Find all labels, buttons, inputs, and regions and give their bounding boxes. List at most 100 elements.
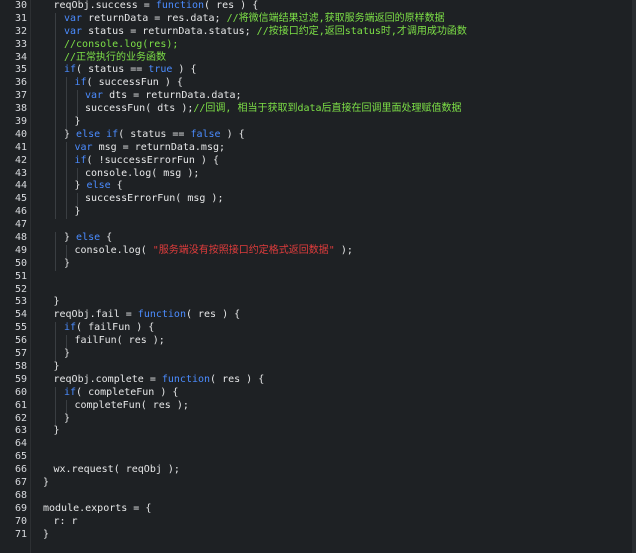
code-text: //正常执行的业务函数: [64, 52, 166, 65]
indent-guide: [55, 103, 56, 117]
code-text: if( failFun ) {: [64, 322, 154, 335]
code-line[interactable]: 49 console.log( "服务端没有按照接口约定格式返回数据" );: [0, 244, 636, 258]
code-line[interactable]: 52: [0, 284, 636, 297]
code-line[interactable]: 68: [0, 490, 636, 503]
code-line[interactable]: 48} else {: [0, 232, 636, 245]
code-line[interactable]: 58}: [0, 361, 636, 374]
indent-guide: [55, 167, 56, 181]
code-token: }: [74, 180, 87, 192]
code-line[interactable]: 46}: [0, 206, 636, 220]
code-line[interactable]: 35 if( status == true ) {: [0, 64, 636, 78]
code-text: }: [75, 116, 81, 129]
indent-guide: [66, 335, 67, 349]
code-token: ( completeFun ) {: [76, 386, 179, 398]
code-line[interactable]: 37 var dts = returnData.data;: [0, 90, 636, 104]
line-number: 46: [14, 206, 27, 218]
keyword-token: function: [161, 373, 211, 385]
indent-guide: [55, 128, 56, 142]
code-line[interactable]: 33 //console.log(res);: [0, 38, 636, 52]
code-token: ( successFun ) {: [86, 77, 183, 89]
code-line[interactable]: 63}: [0, 425, 636, 438]
line-number: 32: [14, 25, 27, 37]
code-token: dts = returnData.data;: [103, 90, 242, 102]
comment-token: //console.log(res);: [64, 38, 179, 50]
code-line[interactable]: 32 var status = returnData.status; //按接口约…: [0, 25, 636, 39]
code-line[interactable]: 42 if( !successErrorFun ) {: [0, 154, 636, 168]
code-line[interactable]: 71}: [0, 529, 636, 542]
code-line[interactable]: 31 var returnData = res.data; //将微信端结果过滤,…: [0, 12, 636, 26]
code-line[interactable]: 54 reqObj.fail = function( res ) {: [0, 309, 636, 322]
indent-guide: [55, 335, 56, 349]
code-line[interactable]: 67}: [0, 477, 636, 490]
code-editor[interactable]: 30 reqObj.success = function( res ) {31 va…: [0, 0, 636, 553]
line-number: 42: [14, 154, 27, 166]
keyword-token: if: [64, 322, 77, 334]
code-line[interactable]: 47: [0, 219, 636, 232]
keyword-token: var: [64, 12, 83, 24]
code-text: r: r: [54, 516, 78, 529]
indent-guide: [55, 38, 56, 52]
line-number: 64: [14, 438, 27, 450]
code-line[interactable]: 70 r: r: [0, 516, 636, 529]
code-text: reqObj.fail = function( res ) {: [54, 309, 241, 322]
code-text: }: [43, 529, 49, 542]
code-area[interactable]: 30 reqObj.success = function( res ) {31 va…: [0, 0, 636, 541]
indent-guide: [66, 116, 67, 129]
code-line[interactable]: 55 if( failFun ) {: [0, 322, 636, 336]
indent-guide: [66, 206, 67, 220]
keyword-token: else if: [76, 128, 119, 140]
code-line[interactable]: 38 successFun( dts );//回调, 相当于获取到data后直接在…: [0, 103, 636, 117]
code-token: }: [43, 476, 50, 488]
line-number: 63: [14, 425, 27, 437]
indent-guide: [77, 167, 78, 181]
line-number: 60: [14, 386, 27, 398]
keyword-token: var: [64, 25, 83, 37]
code-token: ( res ) {: [204, 0, 259, 11]
code-token: }: [43, 528, 50, 540]
code-line[interactable]: 69 module.exports = {: [0, 503, 636, 516]
indent-guide: [77, 193, 78, 207]
indent-guide: [55, 154, 56, 168]
code-text: if( status == true ) {: [64, 64, 196, 77]
code-line[interactable]: 44} else {: [0, 180, 636, 194]
code-line[interactable]: 64: [0, 438, 636, 451]
vertical-scrollbar[interactable]: [632, 0, 636, 553]
code-line[interactable]: 50}: [0, 257, 636, 271]
code-line[interactable]: 30 reqObj.success = function( res ) {: [0, 0, 636, 13]
code-line[interactable]: 57}: [0, 348, 636, 361]
line-number: 35: [14, 64, 27, 76]
code-line[interactable]: 53}: [0, 296, 636, 309]
code-line[interactable]: 34 //正常执行的业务函数: [0, 51, 636, 65]
code-line[interactable]: 56 failFun( res );: [0, 335, 636, 349]
code-line[interactable]: 41 var msg = returnData.msg;: [0, 141, 636, 155]
code-token: }: [53, 360, 60, 372]
code-text: } else if( status == false ) {: [64, 129, 245, 142]
code-line[interactable]: 66 wx.request( reqObj );: [0, 464, 636, 477]
code-token: {: [100, 232, 113, 244]
keyword-token: if: [64, 64, 77, 76]
line-number: 51: [14, 270, 27, 282]
code-line[interactable]: 60 if( completeFun ) {: [0, 386, 636, 400]
code-text: }: [54, 296, 60, 309]
code-line[interactable]: 36 if( successFun ) {: [0, 77, 636, 91]
keyword-token: function: [137, 309, 186, 321]
code-line[interactable]: 62}: [0, 412, 636, 426]
code-line[interactable]: 65: [0, 451, 636, 464]
code-line[interactable]: 51: [0, 271, 636, 284]
comment-token: //回调, 相当于获取到data后直接在回调里面处理赋值数据: [193, 103, 462, 115]
code-token: }: [64, 128, 77, 140]
code-token: );: [334, 244, 353, 256]
line-number: 52: [14, 283, 27, 295]
code-line[interactable]: 45 successErrorFun( msg );: [0, 193, 636, 207]
keyword-token: var: [74, 141, 93, 153]
code-token: ( res ) {: [210, 373, 265, 385]
indent-guide: [55, 77, 56, 91]
code-text: } else {: [64, 232, 112, 245]
code-line[interactable]: 61 completeFun( res );: [0, 399, 636, 413]
code-line[interactable]: 43 console.log( msg );: [0, 167, 636, 181]
code-line[interactable]: 40} else if( status == false ) {: [0, 128, 636, 142]
line-number: 61: [14, 399, 27, 411]
code-token: }: [74, 116, 81, 128]
code-line[interactable]: 59 reqObj.complete = function( res ) {: [0, 374, 636, 387]
code-line[interactable]: 39}: [0, 116, 636, 129]
